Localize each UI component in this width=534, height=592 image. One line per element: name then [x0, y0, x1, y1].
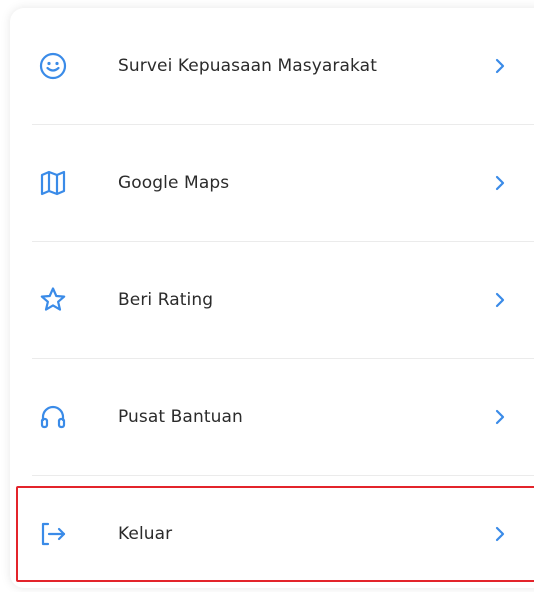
- menu-item-label: Google Maps: [118, 173, 230, 193]
- star-icon: [36, 283, 70, 317]
- menu-card: Survei Kepuasaan Masyarakat Google Maps: [10, 8, 534, 588]
- smiley-icon: [36, 49, 70, 83]
- headset-icon: [36, 400, 70, 434]
- chevron-right-icon: [490, 290, 510, 310]
- map-icon: [36, 166, 70, 200]
- chevron-right-icon: [490, 173, 510, 193]
- menu-item-label: Pusat Bantuan: [118, 407, 243, 427]
- menu-item-beri-rating[interactable]: Beri Rating: [10, 242, 534, 358]
- chevron-right-icon: [490, 56, 510, 76]
- menu-item-label: Survei Kepuasaan Masyarakat: [118, 56, 377, 76]
- highlight-box: [16, 486, 534, 582]
- menu-item-google-maps[interactable]: Google Maps: [10, 125, 534, 241]
- menu-item-label: Beri Rating: [118, 290, 214, 310]
- menu-item-survei[interactable]: Survei Kepuasaan Masyarakat: [10, 8, 534, 124]
- chevron-right-icon: [490, 407, 510, 427]
- menu-item-pusat-bantuan[interactable]: Pusat Bantuan: [10, 359, 534, 475]
